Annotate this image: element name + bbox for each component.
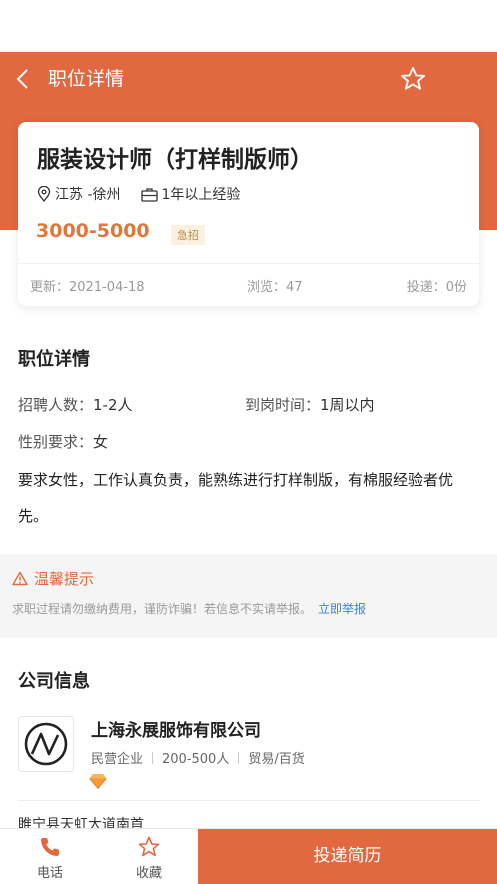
bottom-action-bar: 电话 收藏 投递简历 (0, 828, 497, 884)
star-icon[interactable] (399, 65, 427, 93)
company-info-heading: 公司信息 (18, 671, 90, 692)
briefcase-icon (140, 187, 158, 202)
company-tags: 民营企业 200-500人 贸易/百货 (91, 748, 305, 767)
arrival-label: 到岗时间： (245, 396, 321, 414)
company-industry: 贸易/百货 (248, 752, 305, 767)
apply-resume-button[interactable]: 投递简历 (198, 829, 497, 884)
urgent-badge: 急招 (171, 225, 205, 245)
gender-label: 性别要求： (18, 433, 94, 451)
job-experience: 1年以上经验 (161, 187, 241, 203)
updated-date: 更新：2021-04-18 (30, 280, 145, 295)
view-count: 浏览：47 (247, 280, 303, 295)
status-bar (0, 0, 497, 52)
nav-bar: 职位详情 (0, 52, 497, 106)
headcount-value: 1-2人 (93, 396, 133, 414)
job-location: 江苏 -徐州 (55, 187, 121, 203)
tip-title: 温馨提示 (34, 570, 95, 588)
arrival-value: 1周以内 (320, 396, 375, 414)
page-title: 职位详情 (48, 68, 125, 90)
tip-heading: 温馨提示 (12, 568, 94, 589)
job-summary-card: 服装设计师（打样制版师） 江苏 -徐州 1年以上经验 3000-5000 急招 … (18, 122, 479, 306)
tag-divider (238, 751, 240, 764)
company-divider (18, 800, 480, 801)
location-icon (37, 186, 51, 202)
tip-text-row: 求职过程请勿缴纳费用，谨防诈骗！若信息不实请举报。 立即举报 (12, 600, 366, 617)
job-meta: 江苏 -徐州 1年以上经验 (37, 184, 240, 204)
star-icon (137, 835, 161, 859)
arrival-row: 到岗时间：1周以内 (245, 394, 375, 415)
company-type: 民营企业 (91, 752, 144, 767)
headcount-label: 招聘人数： (18, 396, 94, 414)
warning-icon (12, 571, 28, 586)
job-description: 要求女性，工作认真负责，能熟练进行打样制版，有棉服经验者优先。 (18, 471, 454, 525)
job-details-heading: 职位详情 (18, 349, 90, 370)
job-title: 服装设计师（打样制版师） (37, 147, 313, 173)
phone-label: 电话 (36, 866, 63, 881)
company-logo[interactable] (18, 716, 74, 772)
report-link[interactable]: 立即举报 (318, 602, 366, 616)
phone-button[interactable]: 电话 (0, 829, 100, 884)
safety-tip: 温馨提示 求职过程请勿缴纳费用，谨防诈骗！若信息不实请举报。 立即举报 (0, 554, 497, 638)
favorite-label: 收藏 (135, 866, 162, 881)
headcount-row: 招聘人数：1-2人 (18, 394, 133, 415)
back-icon[interactable] (10, 65, 38, 93)
company-size: 200-500人 (162, 752, 230, 767)
gender-row: 性别要求：女 (18, 431, 108, 452)
card-divider (18, 263, 479, 264)
tip-message: 求职过程请勿缴纳费用，谨防诈骗！若信息不实请举报。 (12, 602, 313, 616)
job-salary: 3000-5000 (36, 220, 150, 242)
tag-divider (152, 751, 154, 764)
favorite-button[interactable]: 收藏 (99, 829, 199, 884)
phone-icon (38, 835, 62, 859)
diamond-icon (89, 773, 107, 790)
application-count: 投递：0份 (406, 280, 467, 295)
gender-value: 女 (93, 433, 109, 451)
company-name[interactable]: 上海永展服饰有限公司 (91, 716, 261, 741)
